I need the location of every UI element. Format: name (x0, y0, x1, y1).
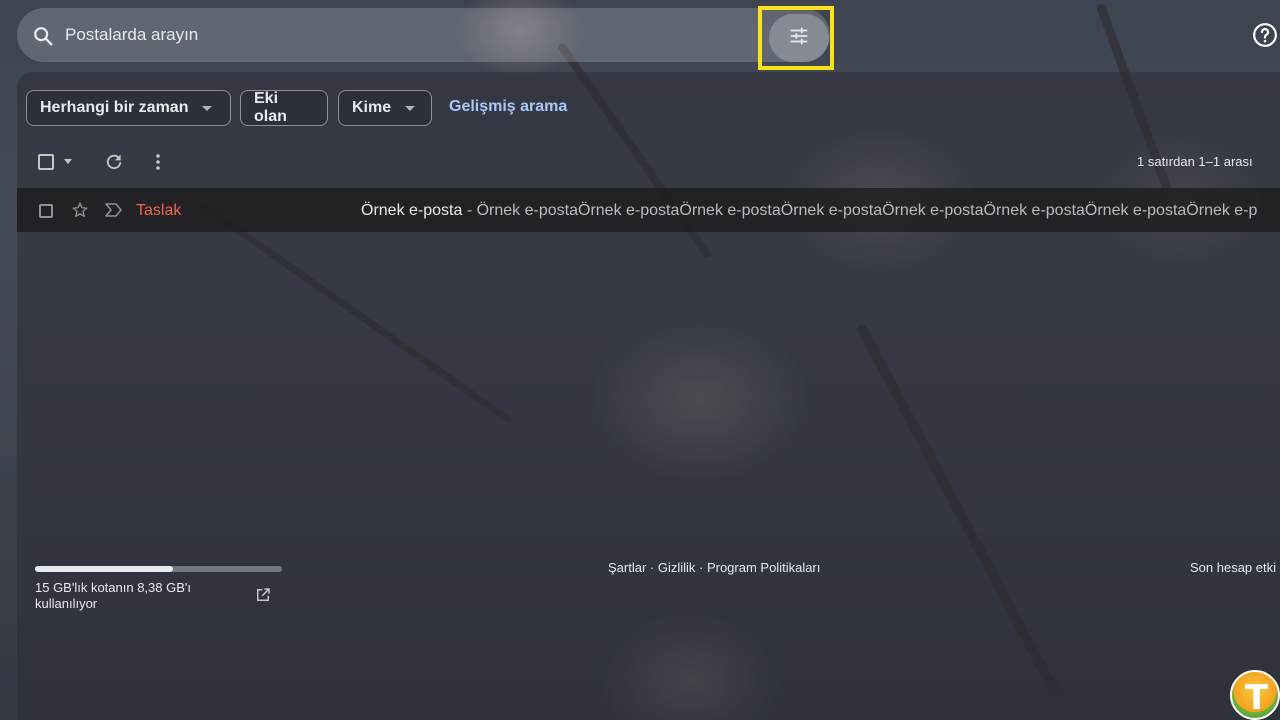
site-logo: T (1230, 670, 1280, 720)
to-filter-label: Kime (352, 99, 392, 116)
open-in-new-icon[interactable] (254, 586, 272, 609)
email-subject: Örnek e-posta (361, 202, 463, 219)
to-filter-chip[interactable]: Kime (338, 90, 432, 126)
advanced-search-link[interactable]: Gelişmiş arama (449, 98, 567, 116)
search-options-button[interactable] (769, 14, 829, 62)
attachment-filter-chip[interactable]: Eki olan (240, 90, 328, 126)
email-checkbox[interactable] (39, 204, 53, 218)
email-preview: Örnek e-posta - Örnek e-postaÖrnek e-pos… (361, 202, 1257, 220)
site-logo-letter: T (1245, 678, 1269, 718)
email-snippet: - Örnek e-postaÖrnek e-postaÖrnek e-post… (462, 202, 1258, 219)
footer-links[interactable]: Şartlar · Gizlilik · Program Politikalar… (608, 560, 820, 575)
pagination-text: 1 satırdan 1–1 arası (1137, 154, 1253, 169)
email-row[interactable]: Taslak Örnek e-posta - Örnek e-postaÖrne… (17, 188, 1280, 232)
time-filter-label: Herhangi bir zaman (40, 99, 189, 116)
time-filter-chip[interactable]: Herhangi bir zaman (26, 90, 231, 126)
storage-usage-text: 15 GB'lık kotanın 8,38 GB'ı kullanılıyor (35, 580, 191, 611)
search-input[interactable] (65, 20, 745, 50)
email-sender: Taslak (136, 202, 182, 219)
attachment-filter-label: Eki olan (254, 90, 287, 125)
refresh-icon[interactable] (104, 152, 124, 177)
search-options-highlight (758, 6, 834, 70)
storage-progress-bar (35, 566, 282, 572)
star-icon[interactable] (71, 201, 89, 224)
storage-progress-fill (35, 566, 174, 572)
search-bar[interactable] (17, 8, 830, 62)
main-panel (17, 72, 1280, 720)
help-icon[interactable] (1252, 22, 1278, 53)
chevron-down-icon (202, 105, 213, 111)
select-options-chevron-icon[interactable] (64, 159, 72, 164)
chevron-down-icon (405, 105, 416, 111)
last-account-activity[interactable]: Son hesap etki (1190, 560, 1276, 575)
search-icon[interactable] (32, 25, 54, 52)
important-marker-icon[interactable] (105, 203, 123, 222)
select-all-checkbox[interactable] (38, 154, 54, 170)
tune-icon (788, 25, 810, 52)
more-vert-icon[interactable] (151, 152, 165, 177)
